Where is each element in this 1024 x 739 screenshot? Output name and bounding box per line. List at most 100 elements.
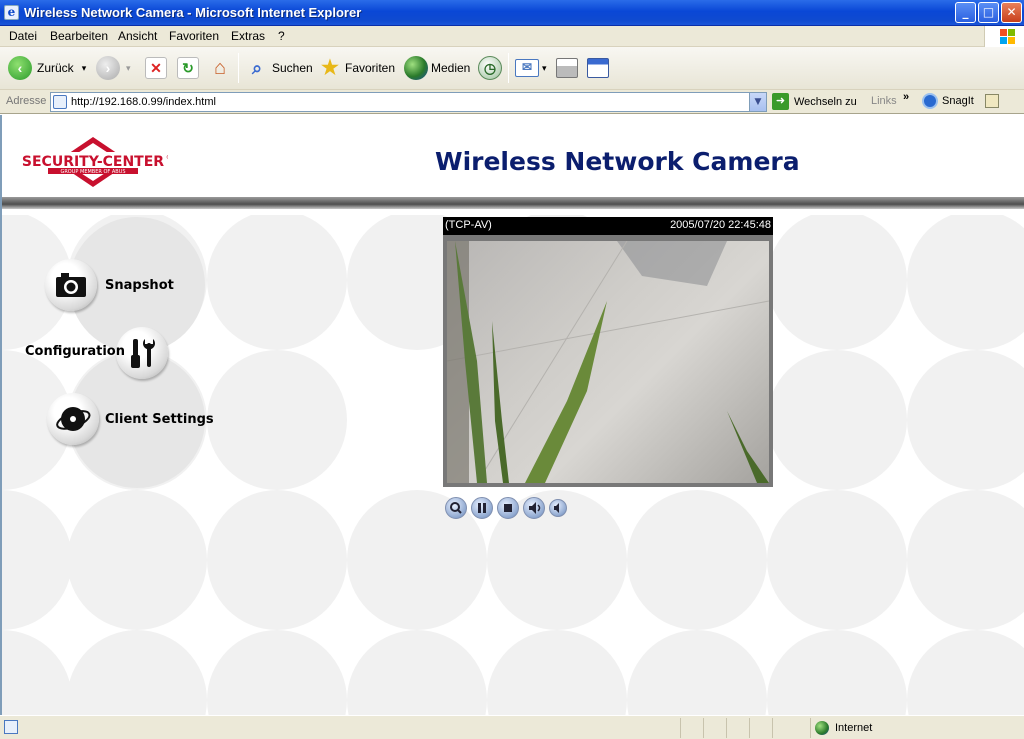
maximize-button[interactable]: □ <box>978 2 999 23</box>
forward-button[interactable]: › ▾ <box>96 55 131 81</box>
mail-icon: ✉ <box>515 59 539 77</box>
print-button[interactable] <box>556 55 578 81</box>
status-segment <box>680 718 700 738</box>
windows-logo-icon <box>984 26 1024 47</box>
star-icon: ★ <box>321 57 339 79</box>
back-button[interactable]: ‹ Zurück ▾ <box>8 55 86 81</box>
camera-stream-image <box>447 241 769 483</box>
back-dropdown-icon[interactable]: ▾ <box>82 63 87 74</box>
go-button[interactable]: ➜ Wechseln zu <box>772 93 857 110</box>
snagit-capture-icon[interactable] <box>985 94 999 108</box>
snagit-icon <box>922 93 938 109</box>
search-icon: ⌕ <box>251 58 263 78</box>
video-panel: (TCP-AV) 2005/07/20 22:45:48 <box>443 217 773 487</box>
status-segment <box>749 718 769 738</box>
snapshot-button[interactable] <box>45 259 97 311</box>
menu-bearbeiten[interactable]: Bearbeiten <box>50 29 108 43</box>
video-controls <box>445 497 567 519</box>
go-label: Wechseln zu <box>794 95 857 108</box>
logo-text: SECURITY-CENTER <box>22 154 164 170</box>
menu-bar: Datei Bearbeiten Ansicht Favoriten Extra… <box>0 26 1024 47</box>
security-zone: Internet <box>815 721 872 735</box>
menu-favoriten[interactable]: Favoriten <box>169 29 219 43</box>
zoom-button[interactable] <box>445 497 467 519</box>
page-title: Wireless Network Camera <box>435 147 800 176</box>
favorites-button[interactable]: ★ Favoriten <box>318 55 395 81</box>
title-bar: e Wireless Network Camera - Microsoft In… <box>0 0 1024 26</box>
search-button[interactable]: ⌕ Suchen <box>245 55 313 81</box>
edit-button[interactable] <box>587 55 609 81</box>
address-dropdown-icon[interactable]: ▼ <box>749 93 766 111</box>
address-bar: Adresse http://192.168.0.99/index.html ▼… <box>0 90 1024 114</box>
back-arrow-icon: ‹ <box>8 56 32 80</box>
status-segment <box>772 718 792 738</box>
refresh-icon: ↻ <box>177 57 199 79</box>
logo-subtext: GROUP MEMBER OF ABUS <box>60 169 125 175</box>
home-button[interactable]: ⌂ <box>208 55 232 81</box>
client-settings-button[interactable] <box>47 393 99 445</box>
history-clock-icon: ◷ <box>478 56 502 80</box>
address-label: Adresse <box>6 95 47 107</box>
home-icon: ⌂ <box>213 57 227 79</box>
window-title: Wireless Network Camera - Microsoft Inte… <box>24 5 362 20</box>
video-timestamp: 2005/07/20 22:45:48 <box>670 219 771 231</box>
talk-button[interactable] <box>523 497 545 519</box>
header-divider-bar <box>2 197 1024 209</box>
stop-video-button[interactable] <box>497 497 519 519</box>
menu-datei[interactable]: Datei <box>9 29 37 43</box>
page-icon <box>53 95 67 109</box>
internet-globe-icon <box>815 721 829 735</box>
toolbar-separator <box>238 53 239 83</box>
stop-video-icon <box>504 504 512 512</box>
status-segment <box>726 718 746 738</box>
volume-button[interactable] <box>549 499 567 517</box>
menu-ansicht[interactable]: Ansicht <box>118 29 157 43</box>
back-label: Zurück <box>37 61 74 75</box>
history-button[interactable]: ◷ <box>478 55 502 81</box>
pause-button[interactable] <box>471 497 493 519</box>
media-button[interactable]: Medien <box>404 55 470 81</box>
address-field[interactable]: http://192.168.0.99/index.html ▼ <box>50 92 767 112</box>
ie-icon: e <box>4 5 19 20</box>
mail-dropdown-icon[interactable]: ▾ <box>542 63 547 74</box>
logo-registered: ® <box>166 154 168 161</box>
printer-icon <box>556 58 578 78</box>
video-mode: (TCP-AV) <box>445 219 492 231</box>
status-page-icon <box>4 720 18 734</box>
camera-icon <box>56 273 86 297</box>
pause-icon <box>478 503 486 513</box>
snagit-label: SnagIt <box>942 95 974 107</box>
page-viewport: SECURITY-CENTER ® GROUP MEMBER OF ABUS W… <box>0 115 1024 715</box>
toolbar-separator <box>508 53 509 83</box>
video-header: (TCP-AV) 2005/07/20 22:45:48 <box>443 217 773 235</box>
client-settings-label[interactable]: Client Settings <box>105 412 214 427</box>
toolbar: ‹ Zurück ▾ › ▾ ✕ ↻ ⌂ ⌕ Suchen ★ Favorite… <box>0 47 1024 90</box>
media-label: Medien <box>431 61 471 75</box>
minimize-button[interactable]: _ <box>955 2 976 23</box>
speaker-icon <box>529 502 541 514</box>
links-chevron-icon[interactable]: » <box>903 91 909 103</box>
status-segment <box>703 718 723 738</box>
volume-icon <box>554 503 559 513</box>
close-button[interactable]: ✕ <box>1001 2 1022 23</box>
edit-page-icon <box>587 58 609 78</box>
status-bar: Internet <box>0 715 1024 739</box>
snapshot-label[interactable]: Snapshot <box>105 278 174 293</box>
go-arrow-icon: ➜ <box>772 93 789 110</box>
stop-icon: ✕ <box>145 57 167 79</box>
forward-dropdown-icon[interactable]: ▾ <box>126 63 131 74</box>
mail-button[interactable]: ✉ ▾ <box>515 55 547 81</box>
snagit-button[interactable]: SnagIt <box>922 93 974 109</box>
menu-help[interactable]: ? <box>278 29 285 43</box>
address-url[interactable]: http://192.168.0.99/index.html <box>71 96 216 108</box>
stop-button[interactable]: ✕ <box>145 55 167 81</box>
zoom-icon <box>450 502 462 514</box>
search-label: Suchen <box>272 61 313 75</box>
refresh-button[interactable]: ↻ <box>177 55 199 81</box>
camera-stream-frame <box>447 241 769 483</box>
menu-extras[interactable]: Extras <box>231 29 265 43</box>
favorites-label: Favoriten <box>345 61 396 75</box>
media-globe-icon <box>404 56 428 80</box>
links-label[interactable]: Links <box>871 95 897 107</box>
configuration-label[interactable]: Configuration <box>25 344 125 359</box>
